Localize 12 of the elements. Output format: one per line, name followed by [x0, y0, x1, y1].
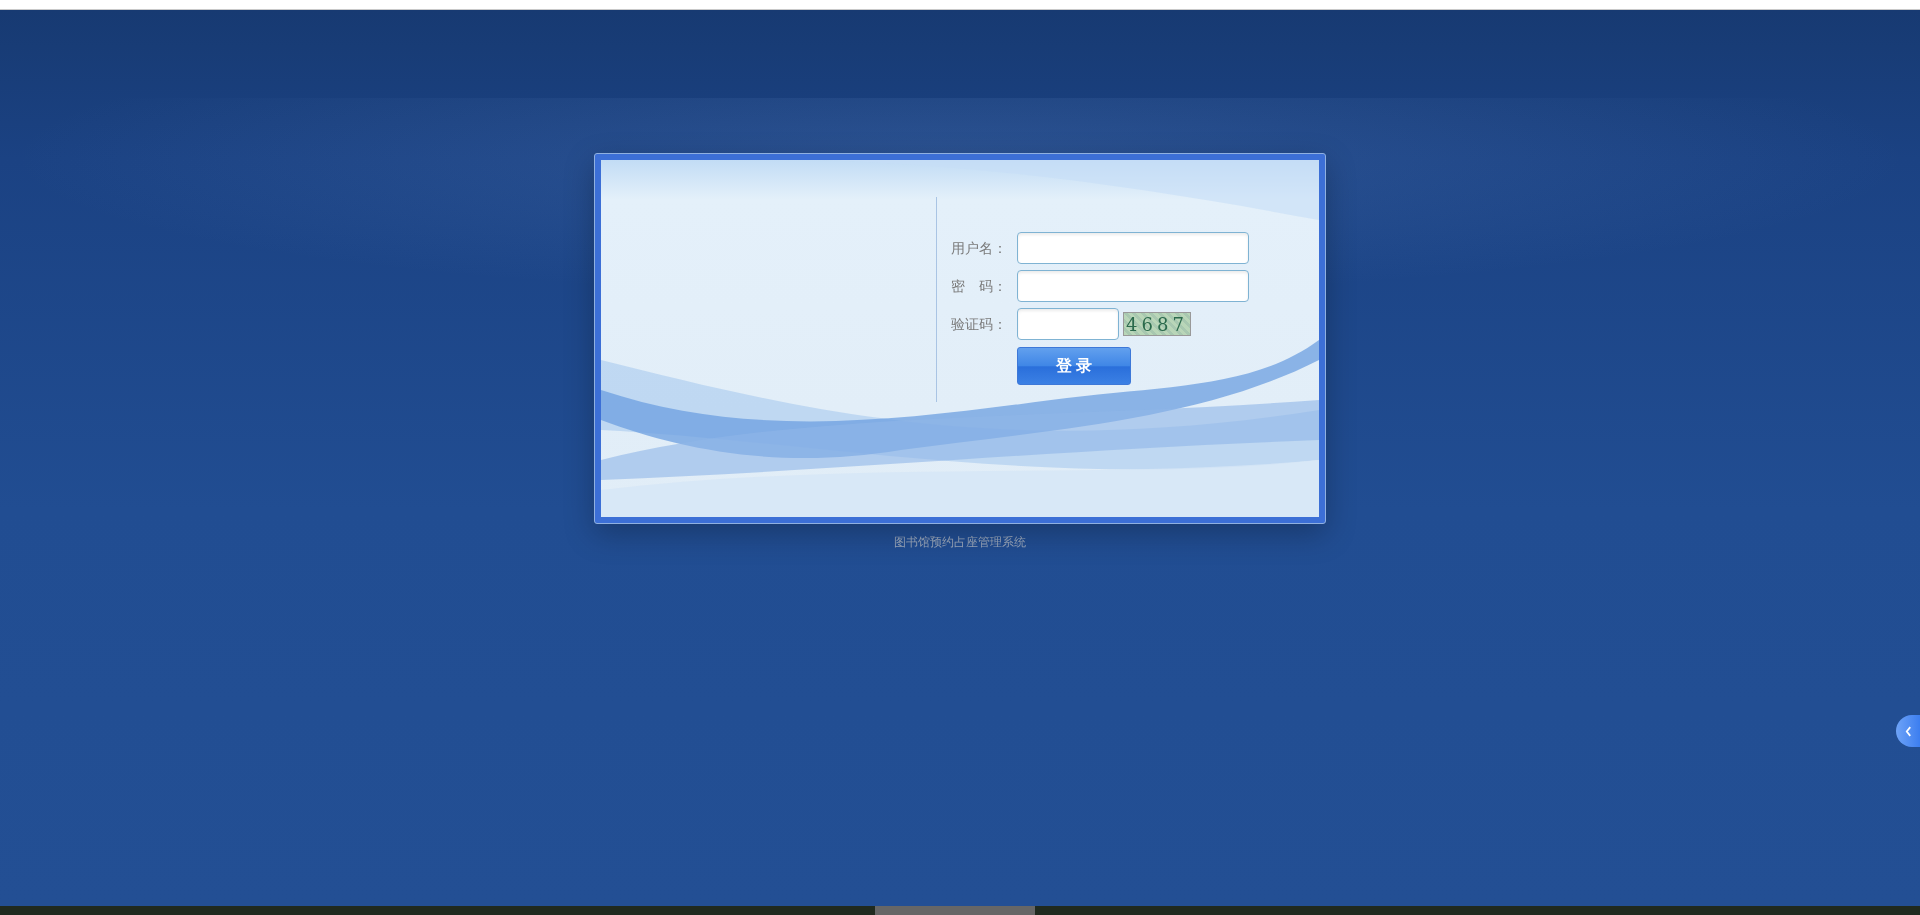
- login-button[interactable]: 登 录: [1017, 347, 1131, 385]
- captcha-field[interactable]: [1017, 308, 1119, 340]
- collapse-tab-button[interactable]: [1896, 715, 1920, 747]
- captcha-image[interactable]: 4687: [1123, 312, 1191, 336]
- scrollbar-thumb[interactable]: [875, 906, 1035, 915]
- username-field[interactable]: [1017, 232, 1249, 264]
- field-label: 用户名：: [951, 239, 1008, 258]
- chevron-left-icon: [1904, 725, 1912, 737]
- field-label: 验证码：: [951, 315, 1008, 334]
- field-label: 密 码：: [951, 277, 1008, 296]
- password-field[interactable]: [1017, 270, 1249, 302]
- system-title: 图书馆预约占座管理系统: [894, 534, 1026, 551]
